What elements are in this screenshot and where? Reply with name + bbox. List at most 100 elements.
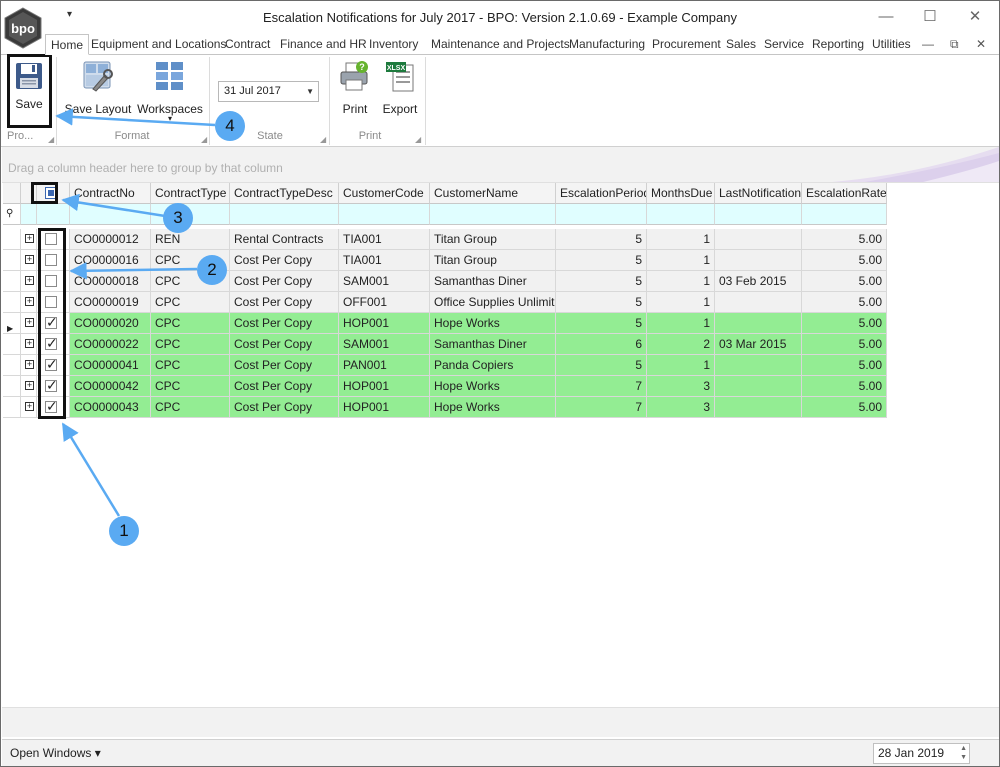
cell-escalationperiod[interactable]: 5 xyxy=(556,292,647,313)
expand-row-icon[interactable]: + xyxy=(25,255,34,264)
cell-escalationrate[interactable]: 5.00 xyxy=(802,313,887,334)
cell-monthsdue[interactable]: 1 xyxy=(647,313,715,334)
cell-escalationrate[interactable]: 5.00 xyxy=(802,292,887,313)
cell-contracttype[interactable]: CPC xyxy=(151,334,230,355)
tab-procurement[interactable]: Procurement xyxy=(652,34,721,55)
status-date-spinner[interactable]: 28 Jan 2019 ▲ ▼ xyxy=(873,743,970,764)
cell-contractno[interactable]: CO0000012 xyxy=(70,229,151,250)
filter-cell-customername[interactable] xyxy=(430,204,556,225)
row-indicator-cell[interactable] xyxy=(3,355,21,376)
mdi-restore-button[interactable]: ⧉ xyxy=(950,34,959,54)
cell-customername[interactable]: Office Supplies Unlimited xyxy=(430,292,556,313)
state-date-dropdown[interactable]: 31 Jul 2017 ▼ xyxy=(218,81,319,102)
expand-row-icon[interactable]: + xyxy=(25,402,34,411)
cell-contractno[interactable]: CO0000022 xyxy=(70,334,151,355)
group-launcher-icon[interactable]: ◢ xyxy=(48,135,54,144)
spin-buttons[interactable]: ▲ ▼ xyxy=(960,744,967,762)
cell-customername[interactable]: Hope Works xyxy=(430,313,556,334)
minimize-button[interactable]: — xyxy=(874,7,898,27)
filter-cell-monthsdue[interactable] xyxy=(647,204,715,225)
row-indicator-cell[interactable] xyxy=(3,397,21,418)
table-row[interactable]: + CO0000012 REN Rental Contracts TIA001 Titan… xyxy=(3,229,887,250)
row-indicator-cell[interactable] xyxy=(3,250,21,271)
table-row[interactable]: + CO0000022CPCCost Per CopySAM001Samantha… xyxy=(3,334,887,355)
expand-row-icon[interactable]: + xyxy=(25,297,34,306)
filter-cell[interactable] xyxy=(21,204,37,225)
workspaces-button[interactable]: Workspaces ▾ xyxy=(137,59,203,123)
cell-monthsdue[interactable]: 1 xyxy=(647,250,715,271)
cell-contracttype[interactable]: CPC xyxy=(151,313,230,334)
cell-escalationrate[interactable]: 5.00 xyxy=(802,334,887,355)
cell-contracttype[interactable]: REN xyxy=(151,229,230,250)
cell-customername[interactable]: Hope Works xyxy=(430,376,556,397)
column-header-escalationrate[interactable]: EscalationRate xyxy=(802,183,887,204)
maximize-button[interactable]: ☐ xyxy=(918,7,942,27)
table-row[interactable]: + CO0000016 CPC Cost Per Copy TIA001 Titan Gr… xyxy=(3,250,887,271)
cell-contractno[interactable]: CO0000018 xyxy=(70,271,151,292)
table-row[interactable]: + CO0000019 CPC Cost Per Copy OFF001 Office S… xyxy=(3,292,887,313)
tab-contract[interactable]: Contract xyxy=(225,34,270,55)
cell-contracttype[interactable]: CPC xyxy=(151,292,230,313)
cell-lastnotification[interactable] xyxy=(715,376,802,397)
cell-contracttype[interactable]: CPC xyxy=(151,397,230,418)
row-indicator-cell[interactable]: ▶ xyxy=(3,313,21,334)
cell-lastnotification[interactable]: 03 Feb 2015 xyxy=(715,271,802,292)
cell-escalationperiod[interactable]: 5 xyxy=(556,250,647,271)
mdi-minimize-button[interactable]: — xyxy=(922,34,934,54)
cell-contracttype[interactable]: CPC xyxy=(151,355,230,376)
expand-row-icon[interactable]: + xyxy=(25,234,34,243)
cell-lastnotification[interactable] xyxy=(715,355,802,376)
cell-monthsdue[interactable]: 3 xyxy=(647,397,715,418)
filter-cell-escalationperiod[interactable] xyxy=(556,204,647,225)
expand-row-icon[interactable]: + xyxy=(25,339,34,348)
tab-home[interactable]: Home xyxy=(45,34,90,55)
cell-contracttypedesc[interactable]: Cost Per Copy xyxy=(230,376,339,397)
cell-customercode[interactable]: HOP001 xyxy=(339,397,430,418)
cell-lastnotification[interactable] xyxy=(715,397,802,418)
cell-contractno[interactable]: CO0000041 xyxy=(70,355,151,376)
save-layout-button[interactable]: Save Layout xyxy=(63,59,133,116)
filter-cell-lastnotification[interactable] xyxy=(715,204,802,225)
cell-customercode[interactable]: SAM001 xyxy=(339,334,430,355)
tab-maintenance-and-projects[interactable]: Maintenance and Projects xyxy=(431,34,570,55)
row-indicator-cell[interactable] xyxy=(3,376,21,397)
filter-cell[interactable] xyxy=(37,204,70,225)
cell-escalationrate[interactable]: 5.00 xyxy=(802,397,887,418)
group-launcher-icon[interactable]: ◢ xyxy=(320,135,326,144)
table-row[interactable]: + CO0000043CPCCost Per CopyHOP001Hope Wor… xyxy=(3,397,887,418)
spin-down-icon[interactable]: ▼ xyxy=(960,753,967,762)
cell-customername[interactable]: Samanthas Diner xyxy=(430,334,556,355)
table-row[interactable]: ▶ + CO0000020CPCCost Per CopyHOP001Hope Wo… xyxy=(3,313,887,334)
cell-escalationrate[interactable]: 5.00 xyxy=(802,355,887,376)
cell-customercode[interactable]: OFF001 xyxy=(339,292,430,313)
cell-customername[interactable]: Samanthas Diner xyxy=(430,271,556,292)
column-header-lastnotification[interactable]: LastNotification xyxy=(715,183,802,204)
tab-inventory[interactable]: Inventory xyxy=(369,34,418,55)
cell-monthsdue[interactable]: 1 xyxy=(647,292,715,313)
group-launcher-icon[interactable]: ◢ xyxy=(201,135,207,144)
cell-contracttypedesc[interactable]: Cost Per Copy xyxy=(230,355,339,376)
tab-service[interactable]: Service xyxy=(764,34,804,55)
cell-contractno[interactable]: CO0000042 xyxy=(70,376,151,397)
table-row[interactable]: + CO0000018 CPC Cost Per Copy SAM001 Samantha… xyxy=(3,271,887,292)
cell-customername[interactable]: Panda Copiers xyxy=(430,355,556,376)
cell-lastnotification[interactable]: 03 Mar 2015 xyxy=(715,334,802,355)
expand-row-icon[interactable]: + xyxy=(25,360,34,369)
cell-escalationperiod[interactable]: 5 xyxy=(556,355,647,376)
row-indicator-cell[interactable] xyxy=(3,271,21,292)
export-button[interactable]: XLSX Export xyxy=(379,59,421,116)
column-header-escalationperiod[interactable]: EscalationPeriod xyxy=(556,183,647,204)
cell-escalationperiod[interactable]: 5 xyxy=(556,229,647,250)
filter-cell-contractno[interactable] xyxy=(70,204,151,225)
expand-row-icon[interactable]: + xyxy=(25,318,34,327)
tab-manufacturing[interactable]: Manufacturing xyxy=(569,34,645,55)
expand-row-icon[interactable]: + xyxy=(25,276,34,285)
spin-up-icon[interactable]: ▲ xyxy=(960,744,967,753)
cell-contracttypedesc[interactable]: Cost Per Copy xyxy=(230,292,339,313)
cell-lastnotification[interactable] xyxy=(715,313,802,334)
column-header-customercode[interactable]: CustomerCode xyxy=(339,183,430,204)
cell-customercode[interactable]: HOP001 xyxy=(339,376,430,397)
row-indicator-cell[interactable] xyxy=(3,229,21,250)
mdi-close-button[interactable]: ✕ xyxy=(976,34,986,54)
cell-monthsdue[interactable]: 2 xyxy=(647,334,715,355)
